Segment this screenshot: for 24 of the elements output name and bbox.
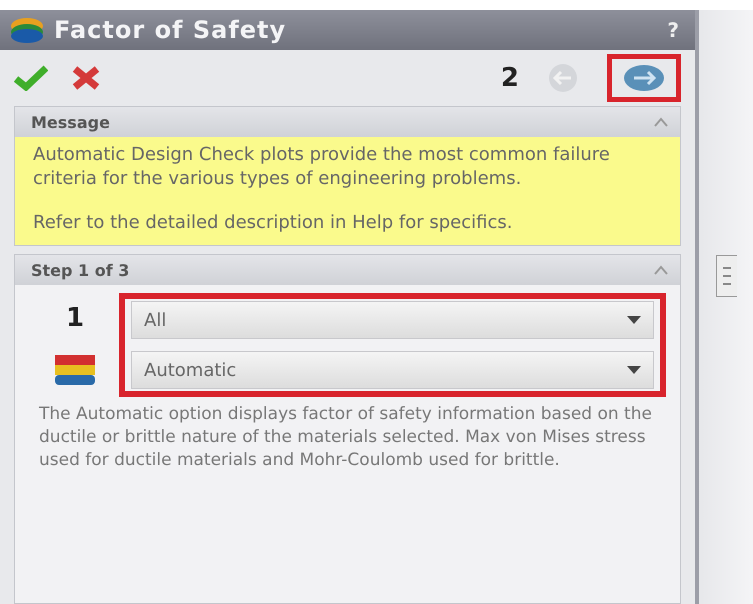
color-plot-icon xyxy=(55,353,95,387)
collapse-icon[interactable] xyxy=(654,265,668,275)
caret-icon xyxy=(627,366,641,374)
app-logo-icon xyxy=(10,16,44,44)
description-text: The Automatic option displays factor of safety information based on the ductile or brittle nature of the materials selected. Max von Mises stress used for ductile materials and Mohr-Coulomb used for brittle. xyxy=(39,403,653,472)
next-button[interactable] xyxy=(607,54,681,102)
panel-title: Factor of Safety xyxy=(54,16,288,44)
panel-tab[interactable] xyxy=(716,255,736,297)
step-number: 2 xyxy=(500,63,519,93)
caret-icon xyxy=(627,316,641,324)
message-text: Refer to the detailed description in Help for specifics. xyxy=(33,211,514,235)
dropdown[interactable]: Automatic xyxy=(131,351,654,389)
dropdown[interactable]: All xyxy=(131,301,654,339)
checkmark-icon xyxy=(14,65,48,91)
collapse-icon[interactable] xyxy=(654,117,668,127)
group-title: Message xyxy=(31,112,110,132)
group-title: Step 1 of 3 xyxy=(31,260,130,280)
ok-button[interactable] xyxy=(14,65,48,91)
cancel-button[interactable] xyxy=(72,66,100,90)
tab-grip-icon xyxy=(722,264,732,288)
close-icon xyxy=(72,66,100,90)
message-text: Automatic Design Check plots provide the most common failure criteria for the various types of engineering problems. xyxy=(33,143,611,191)
help-button[interactable]: ? xyxy=(667,18,679,42)
step-number: 1 xyxy=(66,303,84,333)
